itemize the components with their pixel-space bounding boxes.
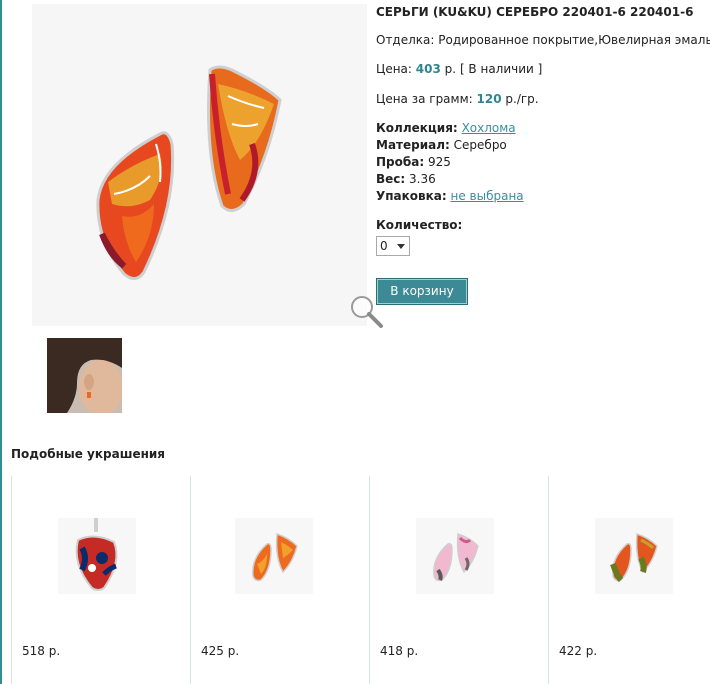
material-row: Материал: Серебро — [376, 138, 507, 152]
weight-label: Вес: — [376, 172, 406, 186]
model-photo — [47, 338, 122, 413]
earrings-illustration — [96, 65, 282, 280]
finish-label: Отделка: — [376, 33, 435, 47]
product-thumbnail[interactable] — [47, 338, 122, 413]
similar-item[interactable]: 518 р. — [11, 476, 190, 684]
similar-item-price: 422 р. — [559, 644, 598, 658]
earrings-pink-image[interactable] — [416, 518, 494, 594]
weight-row: Вес: 3.36 — [376, 172, 436, 186]
finish-row: Отделка: Родированное покрытие,Ювелирная… — [376, 33, 710, 47]
probe-value: 925 — [427, 155, 451, 169]
collection-label: Коллекция: — [376, 121, 458, 135]
package-label: Упаковка: — [376, 189, 447, 203]
quantity-select[interactable]: 0 — [376, 236, 410, 256]
package-link[interactable]: не выбрана — [451, 189, 524, 203]
earrings-orange-image[interactable] — [235, 518, 313, 594]
price-label: Цена: — [376, 62, 412, 76]
pendant-heart-image[interactable] — [58, 518, 136, 594]
finish-value: Родированное покрытие,Ювелирная эмаль — [438, 33, 710, 47]
availability-status: [ В наличии ] — [459, 62, 543, 76]
probe-label: Проба: — [376, 155, 425, 169]
similar-items-list: 518 р. 425 р. 418 р. 422 р. — [11, 476, 710, 684]
weight-value: 3.36 — [409, 172, 436, 186]
similar-item[interactable]: 422 р. — [548, 476, 710, 684]
quantity-value: 0 — [380, 239, 388, 253]
package-row: Упаковка: не выбрана — [376, 189, 524, 203]
probe-row: Проба: 925 — [376, 155, 451, 169]
per-gram-unit: р./гр. — [505, 92, 539, 106]
similar-item-price: 418 р. — [380, 644, 419, 658]
per-gram-row: Цена за грамм: 120 р./гр. — [376, 92, 539, 106]
price-unit: р. — [444, 62, 457, 76]
price-row: Цена: 403 р. [ В наличии ] — [376, 62, 542, 76]
similar-item[interactable]: 425 р. — [190, 476, 369, 684]
similar-section-title: Подобные украшения — [11, 447, 166, 461]
similar-item-price: 425 р. — [201, 644, 240, 658]
left-border — [0, 0, 2, 684]
collection-link[interactable]: Хохлома — [462, 121, 516, 135]
per-gram-label: Цена за грамм: — [376, 92, 473, 106]
per-gram-value: 120 — [476, 92, 502, 106]
material-label: Материал: — [376, 138, 450, 152]
earrings-green-image[interactable] — [595, 518, 673, 594]
product-main-image[interactable] — [32, 4, 383, 328]
similar-item-price: 518 р. — [22, 644, 61, 658]
quantity-label: Количество: — [376, 218, 463, 232]
product-title: СЕРЬГИ (KU&KU) СЕРЕБРО 220401-6 220401-6 — [376, 5, 694, 19]
chevron-down-icon — [397, 244, 405, 249]
price-value: 403 — [415, 62, 441, 76]
add-to-cart-button[interactable]: В корзину — [376, 278, 468, 305]
collection-row: Коллекция: Хохлома — [376, 121, 516, 135]
similar-item[interactable]: 418 р. — [369, 476, 548, 684]
material-value: Серебро — [453, 138, 507, 152]
